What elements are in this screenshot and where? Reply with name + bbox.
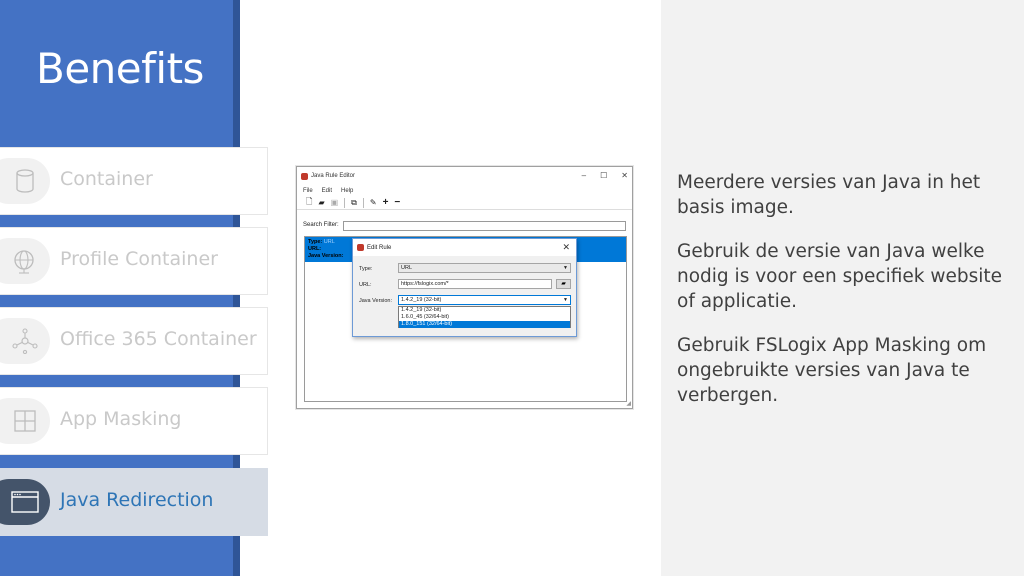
- close-icon[interactable]: ✕: [621, 171, 628, 180]
- rule-url-label: URL:: [308, 246, 322, 252]
- dialog-title: Edit Rule: [367, 244, 392, 251]
- benefit-paragraph-2: Gebruik de versie van Java welke nodig i…: [677, 241, 1003, 312]
- menu-edit[interactable]: Edit: [322, 188, 332, 194]
- dialog-close-icon[interactable]: ✕: [562, 242, 570, 253]
- folder-icon: ▰: [561, 281, 566, 287]
- nav-item-profile-container[interactable]: Profile Container: [0, 227, 268, 295]
- nav-item-label: Office 365 Container: [60, 328, 257, 350]
- benefit-paragraph-1: Meerdere versies van Java in het basis i…: [677, 172, 981, 218]
- chevron-down-icon: ▼: [563, 297, 568, 303]
- resize-grip-icon[interactable]: ◢: [626, 400, 631, 407]
- java-app-icon: [301, 172, 308, 180]
- dropdown-option[interactable]: 1.6.0_45 (32/64-bit): [399, 314, 570, 321]
- java-app-icon: [357, 244, 364, 251]
- nav-item-container[interactable]: Container: [0, 147, 268, 215]
- maximize-icon[interactable]: ☐: [600, 171, 607, 180]
- new-file-icon[interactable]: 🗋: [306, 196, 312, 210]
- browse-folder-button[interactable]: ▰: [556, 279, 571, 289]
- nav-icon-bg: [0, 238, 50, 284]
- toolbar-separator: [362, 197, 364, 208]
- toolbar: 🗋 ▰ ▣ ⧉ ✎ + −: [297, 196, 632, 210]
- window-icon: [11, 491, 39, 513]
- save-icon[interactable]: ▣: [331, 198, 339, 207]
- type-select[interactable]: URL ▼: [398, 263, 571, 273]
- window-title: Java Rule Editor: [311, 173, 356, 179]
- dropdown-option-selected[interactable]: 1.8.0_151 (32/64-bit): [399, 321, 570, 328]
- search-input[interactable]: [343, 221, 626, 231]
- remove-icon[interactable]: −: [394, 197, 400, 208]
- rule-type-line: Type: URL: [308, 239, 335, 245]
- nav-item-java-redirection[interactable]: Java Redirection: [0, 468, 268, 536]
- dropdown-option[interactable]: 1.4.2_19 (32-bit): [399, 307, 570, 314]
- menu-help[interactable]: Help: [341, 188, 353, 194]
- export-icon[interactable]: ⧉: [351, 198, 357, 208]
- slide-title: Benefits: [36, 44, 204, 93]
- benefit-paragraph-3: Gebruik FSLogix App Masking om ongebruik…: [677, 335, 987, 406]
- java-version-select[interactable]: 1.4.2_19 (32-bit) ▼: [398, 295, 571, 305]
- nav-icon-bg: [0, 318, 50, 364]
- search-label: Search Filter:: [303, 222, 339, 228]
- open-folder-icon[interactable]: ▰: [318, 198, 324, 207]
- add-icon[interactable]: +: [383, 197, 389, 208]
- network-icon: [12, 328, 38, 354]
- toolbar-separator: [344, 197, 346, 208]
- menu-bar: File Edit Help: [297, 185, 632, 196]
- database-icon: [16, 169, 34, 193]
- dialog-url-label: URL:: [359, 282, 372, 288]
- nav-item-label: Java Redirection: [60, 489, 214, 511]
- dialog-type-label: Type:: [359, 266, 373, 272]
- nav-item-office-365-container[interactable]: Office 365 Container: [0, 307, 268, 375]
- nav-item-label: Profile Container: [60, 248, 218, 270]
- nav-icon-bg: [0, 158, 50, 204]
- nav-icon-bg: [0, 398, 50, 444]
- menu-file[interactable]: File: [303, 188, 313, 194]
- grid-icon: [14, 410, 36, 432]
- edit-rule-icon[interactable]: ✎: [370, 198, 377, 207]
- url-input[interactable]: https://fslogix.com/*: [398, 279, 552, 289]
- chevron-down-icon: ▼: [563, 265, 568, 271]
- java-version-dropdown-list[interactable]: 1.4.2_19 (32-bit) 1.6.0_45 (32/64-bit) 1…: [398, 306, 571, 328]
- minimize-icon[interactable]: –: [582, 171, 586, 180]
- nav-item-label: Container: [60, 168, 153, 190]
- nav-item-label: App Masking: [60, 408, 182, 430]
- dialog-titlebar: Edit Rule: [353, 239, 576, 256]
- globe-icon: [14, 250, 34, 274]
- nav-icon-bg: [0, 479, 50, 525]
- window-controls: – ☐ ✕: [582, 171, 628, 180]
- dialog-java-label: Java Version:: [359, 298, 393, 304]
- rule-java-label: Java Version:: [308, 253, 344, 259]
- nav-item-app-masking[interactable]: App Masking: [0, 387, 268, 455]
